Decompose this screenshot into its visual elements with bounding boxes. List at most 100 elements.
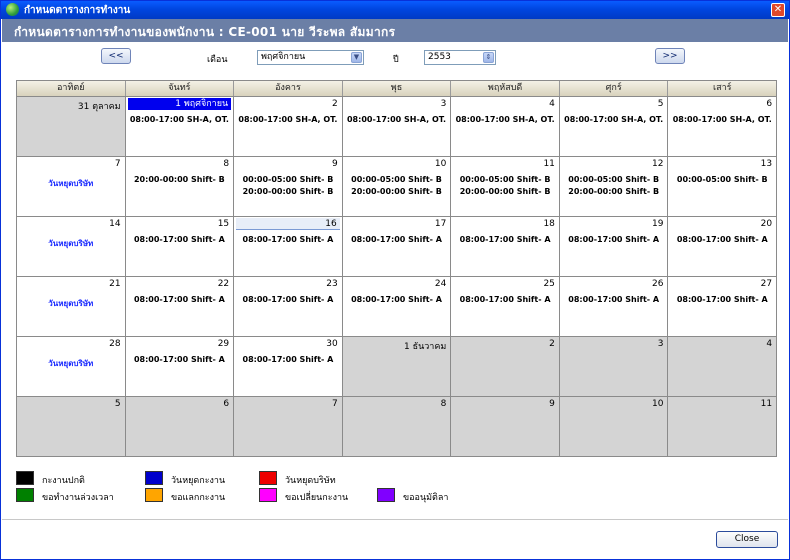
chevron-down-icon[interactable]: ▼	[351, 52, 362, 63]
shift-entry[interactable]: 08:00-17:00 SH-A, OT.	[343, 115, 451, 124]
calendar-day-cell[interactable]: 20 08:00-17:00 Shift- A	[668, 217, 777, 276]
shift-entry[interactable]: 00:00-05:00 Shift- B	[668, 175, 776, 184]
calendar-day-cell[interactable]: 28 วันหยุดบริษัท	[17, 337, 126, 396]
calendar-day-cell[interactable]: 21 วันหยุดบริษัท	[17, 277, 126, 336]
shift-entry[interactable]: 08:00-17:00 Shift- A	[451, 295, 559, 304]
shift-entry[interactable]: 08:00-17:00 Shift- A	[126, 235, 234, 244]
calendar-day-cell[interactable]: 2	[451, 337, 560, 396]
day-number: 25	[543, 279, 555, 289]
app-window: กำหนดตารางการทำงาน ✕ กำหนดตารางการทำงานข…	[0, 0, 790, 560]
calendar-day-cell[interactable]: 3	[559, 337, 669, 396]
shift-entry[interactable]: 08:00-17:00 Shift- A	[668, 235, 776, 244]
shift-entry[interactable]: 08:00-17:00 Shift- A	[234, 235, 342, 244]
calendar-day-cell[interactable]: 13 00:00-05:00 Shift- B	[668, 157, 777, 216]
calendar-day-cell[interactable]: 6 08:00-17:00 SH-A, OT.	[668, 97, 777, 156]
calendar-day-cell[interactable]: 26 08:00-17:00 Shift- A	[559, 277, 669, 336]
month-select[interactable]: พฤศจิกายน ▼	[257, 50, 364, 65]
shift-entry[interactable]: 08:00-17:00 Shift- A	[560, 295, 668, 304]
shift-entry[interactable]: 00:00-05:00 Shift- B	[451, 175, 559, 184]
calendar-day-cell[interactable]: 12 00:00-05:00 Shift- B 20:00-00:00 Shift-…	[559, 157, 669, 216]
shift-entry[interactable]: 08:00-17:00 Shift- A	[234, 355, 342, 364]
day-number: 30	[326, 339, 338, 349]
calendar-day-cell[interactable]: 18 08:00-17:00 Shift- A	[451, 217, 560, 276]
calendar-day-cell[interactable]: 6	[125, 397, 235, 456]
year-spinner[interactable]: 2553 ⇕	[424, 50, 496, 65]
calendar-day-cell[interactable]: 14 วันหยุดบริษัท	[17, 217, 126, 276]
shift-entry[interactable]: 08:00-17:00 Shift- A	[451, 235, 559, 244]
shift-entry[interactable]: 20:00-00:00 Shift- B	[234, 187, 342, 196]
spin-arrows-icon[interactable]: ⇕	[483, 52, 494, 63]
shift-entry[interactable]: 20:00-00:00 Shift- B	[560, 187, 668, 196]
calendar-day-cell[interactable]: 25 08:00-17:00 Shift- A	[451, 277, 560, 336]
calendar-day-cell[interactable]: 8	[342, 397, 452, 456]
shift-entry[interactable]: 00:00-05:00 Shift- B	[234, 175, 342, 184]
shift-entry[interactable]: 08:00-17:00 SH-A, OT.	[668, 115, 776, 124]
calendar-day-cell[interactable]: 11 00:00-05:00 Shift- B 20:00-00:00 Shift-…	[451, 157, 560, 216]
calendar-day-cell[interactable]: 16 08:00-17:00 Shift- A	[234, 217, 343, 276]
shift-entry[interactable]: 08:00-17:00 Shift- A	[126, 355, 234, 364]
year-spinner-value: 2553	[428, 52, 451, 62]
window-close-button[interactable]: ✕	[771, 3, 785, 17]
calendar-day-cell[interactable]: 22 08:00-17:00 Shift- A	[125, 277, 235, 336]
day-number: 20	[760, 219, 773, 229]
company-holiday-label: วันหยุดบริษัท	[48, 299, 94, 308]
calendar-day-cell[interactable]: 11	[668, 397, 777, 456]
calendar-day-cell[interactable]: 31 ตุลาคม	[17, 97, 126, 156]
calendar-day-cell[interactable]: 24 08:00-17:00 Shift- A	[342, 277, 452, 336]
shift-entry[interactable]: 08:00-17:00 SH-A, OT.	[234, 115, 342, 124]
year-label: ปี	[393, 55, 399, 65]
calendar-day-cell[interactable]: 30 08:00-17:00 Shift- A	[234, 337, 343, 396]
calendar-day-cell[interactable]: 19 08:00-17:00 Shift- A	[559, 217, 669, 276]
calendar-day-cell[interactable]: 3 08:00-17:00 SH-A, OT.	[342, 97, 452, 156]
calendar-day-cell[interactable]: 1 ธันวาคม	[342, 337, 452, 396]
calendar-day-cell[interactable]: 4	[668, 337, 777, 396]
calendar-day-cell[interactable]: 4 08:00-17:00 SH-A, OT.	[451, 97, 560, 156]
calendar-day-cell[interactable]: 15 08:00-17:00 Shift- A	[125, 217, 235, 276]
calendar-day-cell[interactable]: 1 พฤศจิกายน 08:00-17:00 SH-A, OT.	[125, 97, 235, 156]
calendar-week-row: 28 วันหยุดบริษัท 29 08:00-17:00 Shift- A 30 0…	[17, 336, 777, 396]
legend-label: ขอทำงานล่วงเวลา	[42, 493, 114, 503]
weekday-header: ศุกร์	[559, 81, 669, 96]
shift-entry[interactable]: 08:00-17:00 SH-A, OT.	[126, 115, 234, 124]
calendar-day-cell[interactable]: 9	[451, 397, 560, 456]
calendar-day-cell[interactable]: 29 08:00-17:00 Shift- A	[125, 337, 235, 396]
calendar-day-cell[interactable]: 10	[559, 397, 669, 456]
prev-month-button[interactable]: <<	[101, 48, 131, 64]
calendar-day-cell[interactable]: 7 วันหยุดบริษัท	[17, 157, 126, 216]
shift-entry[interactable]: 20:00-00:00 Shift- B	[451, 187, 559, 196]
shift-entry[interactable]: 08:00-17:00 Shift- A	[668, 295, 776, 304]
shift-entry[interactable]: 08:00-17:00 Shift- A	[343, 295, 451, 304]
calendar-day-cell[interactable]: 10 00:00-05:00 Shift- B 20:00-00:00 Shift-…	[342, 157, 452, 216]
calendar-day-cell[interactable]: 9 00:00-05:00 Shift- B 20:00-00:00 Shift- …	[234, 157, 343, 216]
day-number: 2	[332, 99, 338, 109]
day-number: 28	[109, 339, 121, 349]
calendar-day-cell[interactable]: 2 08:00-17:00 SH-A, OT.	[234, 97, 343, 156]
calendar-day-cell[interactable]: 23 08:00-17:00 Shift- A	[234, 277, 343, 336]
calendar-day-cell[interactable]: 27 08:00-17:00 Shift- A	[668, 277, 777, 336]
shift-entry[interactable]: 08:00-17:00 Shift- A	[343, 235, 451, 244]
weekday-header: พฤหัสบดี	[451, 81, 560, 96]
shift-entry[interactable]: 00:00-05:00 Shift- B	[343, 175, 451, 184]
day-number: 5	[114, 399, 121, 409]
shift-entry[interactable]: 08:00-17:00 SH-A, OT.	[560, 115, 668, 124]
shift-entry[interactable]: 08:00-17:00 Shift- A	[560, 235, 668, 244]
calendar-day-cell[interactable]: 17 08:00-17:00 Shift- A	[342, 217, 452, 276]
shift-entry[interactable]: 20:00-00:00 Shift- B	[126, 175, 234, 184]
globe-icon	[6, 3, 19, 16]
calendar-day-cell[interactable]: 5	[17, 397, 126, 456]
next-month-button[interactable]: >>	[655, 48, 685, 64]
calendar-day-cell[interactable]: 7	[234, 397, 343, 456]
legend-swatch	[145, 488, 163, 502]
day-number: 15	[217, 219, 230, 229]
shift-entry[interactable]: 08:00-17:00 Shift- A	[126, 295, 234, 304]
shift-entry[interactable]: 00:00-05:00 Shift- B	[560, 175, 668, 184]
calendar-day-cell[interactable]: 5 08:00-17:00 SH-A, OT.	[559, 97, 669, 156]
shift-entry[interactable]: 20:00-00:00 Shift- B	[343, 187, 451, 196]
calendar-day-cell[interactable]: 8 20:00-00:00 Shift- B	[125, 157, 235, 216]
title-bar: กำหนดตารางการทำงาน ✕	[1, 1, 789, 19]
shift-entry[interactable]: 08:00-17:00 Shift- A	[234, 295, 342, 304]
legend-label: วันหยุดกะงาน	[171, 476, 226, 486]
close-button[interactable]: Close	[716, 531, 778, 548]
shift-entry[interactable]: 08:00-17:00 SH-A, OT.	[451, 115, 559, 124]
day-number: 23	[326, 279, 338, 289]
